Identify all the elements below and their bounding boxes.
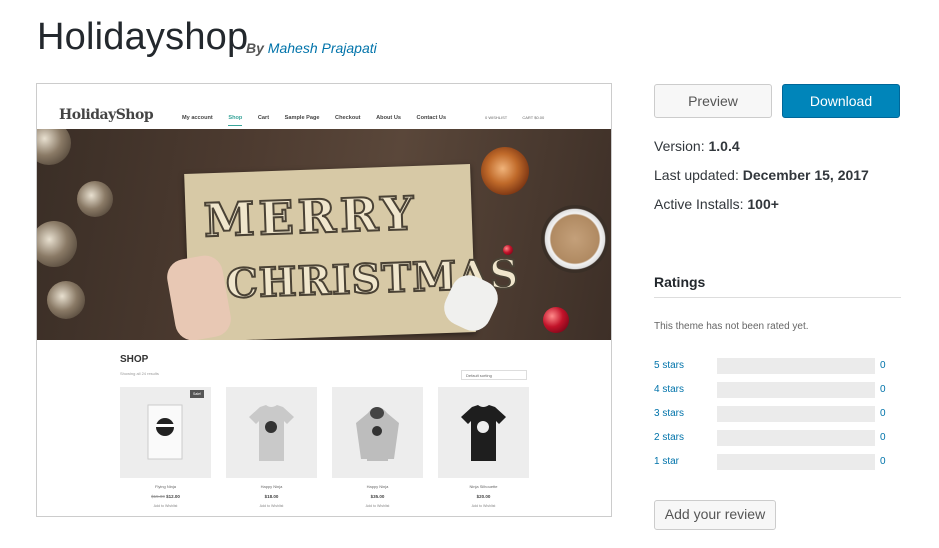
by-prefix: By [246,40,264,56]
theme-title: Holidayshop [37,16,249,58]
product-wishlist: Add to Wishlist [259,504,284,508]
wishlist-count: 0 WISHLIST [485,115,508,120]
screenshot-logo: HolidayShop [59,107,154,123]
shop-result-count: Showing all 24 results [120,371,159,376]
last-updated-info: Last updated: December 15, 2017 [654,167,869,183]
tshirt-image [249,405,294,461]
screenshot-menu-item: Sample Page [284,115,320,121]
rating-count: 0 [880,360,886,371]
screenshot-menu-item: Contact Us [416,115,447,121]
author-link[interactable]: Mahesh Prajapati [268,40,377,56]
screenshot-menu-item-active: Shop [228,115,243,126]
cart-total: CART $0.00 [522,115,545,120]
rating-count: 0 [880,384,886,395]
shop-heading: SHOP [120,354,149,365]
product-name: Happy Ninja [260,484,283,489]
mug-image [541,205,609,273]
sale-badge: Sale! [190,390,204,398]
ratings-heading: Ratings [654,274,706,290]
screenshot-menu-item: My account [182,115,213,121]
theme-screenshot: HolidayShop My account Shop Cart Sample … [36,83,612,517]
rating-count: 0 [880,456,886,467]
screenshot-shop-section: SHOP Showing all 24 results Default sort… [37,340,611,516]
rating-label[interactable]: 3 stars [654,408,684,419]
pinecone-image [47,281,85,319]
rating-label[interactable]: 5 stars [654,360,684,371]
preview-button[interactable]: Preview [654,84,772,118]
rating-bar [717,382,875,398]
rating-count: 0 [880,432,886,443]
product-price: $15.00 $12.00 [120,494,211,499]
product-image [332,387,423,478]
rating-row-3: 3 stars 0 [654,406,904,422]
shop-sort-select: Default sorting [461,370,527,380]
screenshot-menu: My account Shop Cart Sample Page Checkou… [182,115,460,126]
pinecone-image [37,129,71,165]
version-info: Version: 1.0.4 [654,138,740,154]
ornament-image [503,245,513,255]
screenshot-header-right: 0 WISHLIST CART $0.00 [485,115,558,120]
rating-row-4: 4 stars 0 [654,382,904,398]
product-sale-price: $12.00 [166,494,180,499]
rating-label[interactable]: 2 stars [654,432,684,443]
screenshot-menu-item: Cart [257,115,270,121]
active-installs-value: 100+ [747,196,779,212]
version-value: 1.0.4 [708,138,740,154]
product-card: Sale! Flying Ninja $15.00 $12.00 Add to … [120,387,211,516]
orange-image [481,147,529,195]
rating-row-1: 1 star 0 [654,454,904,470]
rating-label[interactable]: 4 stars [654,384,684,395]
product-wishlist: Add to Wishlist [365,504,390,508]
product-image [226,387,317,478]
ornament-image [543,307,569,333]
rating-row-2: 2 stars 0 [654,430,904,446]
product-price: $18.00 [264,494,279,499]
last-updated-value: December 15, 2017 [742,167,869,183]
screenshot-menu-item: Checkout [335,115,361,121]
product-name: Flying Ninja [155,484,176,489]
product-name: Happy Ninja [366,484,389,489]
product-wishlist: Add to Wishlist [153,504,178,508]
product-image [438,387,529,478]
add-review-button[interactable]: Add your review [654,500,776,530]
rating-count: 0 [880,408,886,419]
rating-bar [717,430,875,446]
product-wishlist: Add to Wishlist [471,504,496,508]
not-rated-notice: This theme has not been rated yet. [654,321,809,332]
pinecone-image [37,221,77,267]
screenshot-nav: HolidayShop My account Shop Cart Sample … [37,84,611,129]
rating-bar [717,358,875,374]
product-card: Happy Ninja $18.00 Add to Wishlist [226,387,317,516]
tshirt-image [461,405,506,461]
screenshot-menu-item: About Us [376,115,401,121]
ratings-divider [654,297,901,298]
last-updated-label: Last updated: [654,167,739,183]
rating-row-5: 5 stars 0 [654,358,904,374]
product-card: Ninja Silhouette $20.00 Add to Wishlist [438,387,529,516]
active-installs-info: Active Installs: 100+ [654,196,779,212]
product-name: Ninja Silhouette [469,484,498,489]
author-byline: By Mahesh Prajapati [246,40,377,56]
hoodie-image [356,407,399,461]
screenshot-hero: MERRY CHRISTMAS [37,129,611,340]
pinecone-image [77,181,113,217]
rating-bar [717,406,875,422]
download-button[interactable]: Download [782,84,900,118]
product-card: Happy Ninja $35.00 Add to Wishlist [332,387,423,516]
product-image: Sale! [120,387,211,478]
hero-text-merry: MERRY [202,185,420,248]
product-old-price: $15.00 [151,494,165,499]
rating-bar [717,454,875,470]
product-price: $35.00 [370,494,385,499]
active-installs-label: Active Installs: [654,196,744,212]
rating-label[interactable]: 1 star [654,456,679,467]
product-price: $20.00 [476,494,491,499]
poster-image [147,404,183,460]
version-label: Version: [654,138,705,154]
